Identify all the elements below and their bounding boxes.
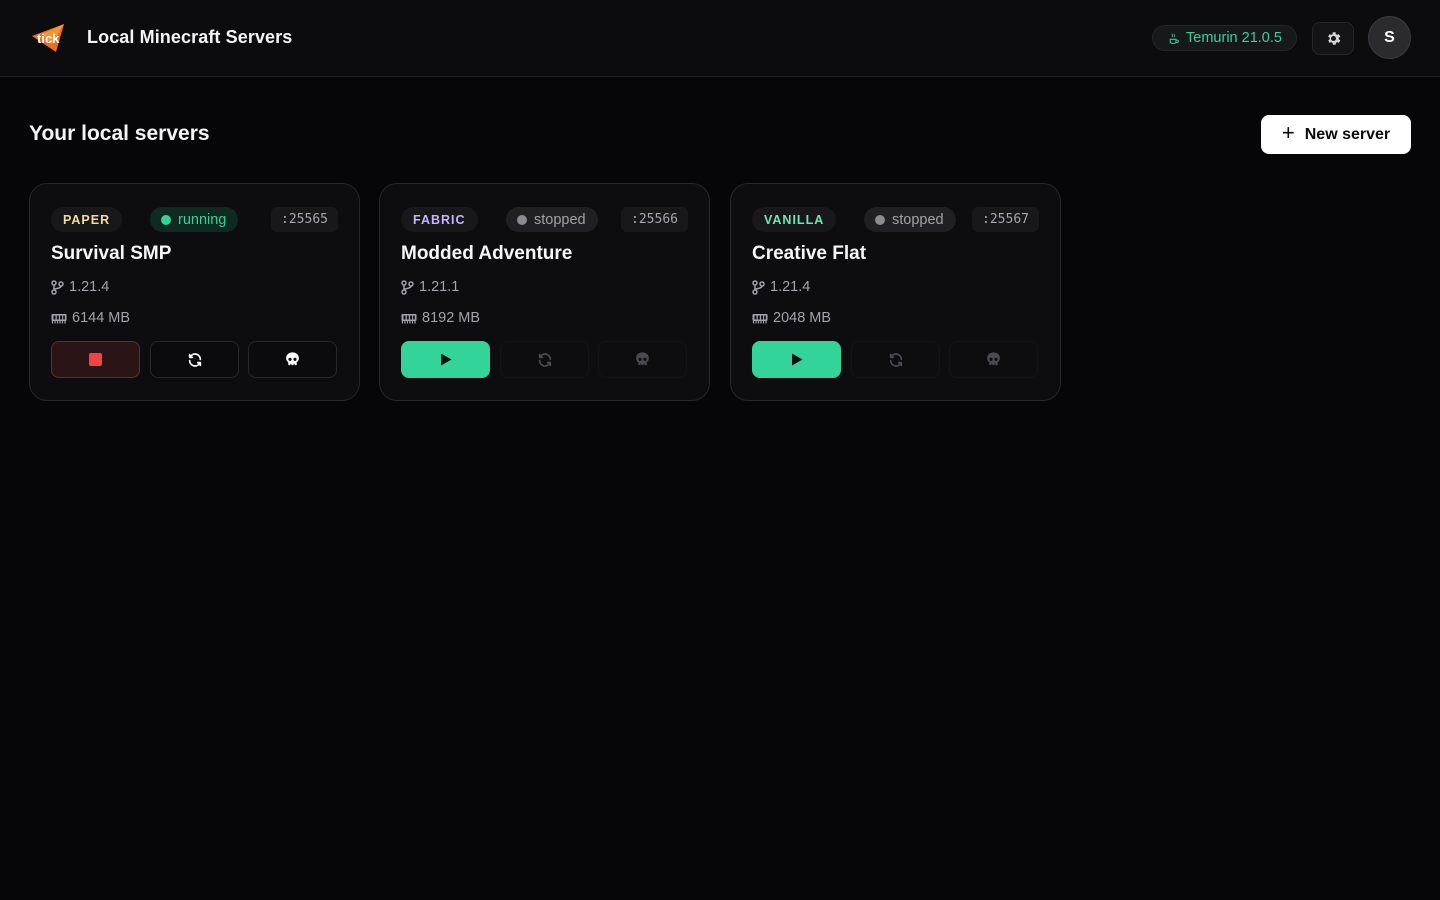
server-status-badge: stopped [864,207,956,232]
status-dot-icon [517,214,527,225]
app-title: Local Minecraft Servers [87,27,293,47]
server-port: :25567 [972,207,1039,232]
status-dot-icon [161,214,171,225]
gear-icon [1327,32,1340,45]
server-type-badge: VANILLA [752,207,837,232]
server-name: Creative Flat [752,243,867,264]
git-branch-icon [752,279,765,295]
status-dot-icon [875,214,885,225]
server-version-label: 1.21.1 [419,279,460,295]
new-server-label: New server [1304,125,1391,143]
server-memory-label: 6144 MB [72,310,131,326]
start-button[interactable] [752,341,841,378]
server-status-label: running [178,211,227,228]
server-name: Modded Adventure [401,243,573,264]
server-actions [51,341,338,378]
kill-button[interactable] [598,341,687,378]
server-actions [401,341,688,378]
server-type-badge: FABRIC [401,207,478,232]
server-status-label: stopped [534,211,586,228]
coffee-icon [1169,32,1179,44]
skull-icon [636,352,649,366]
server-type-badge: PAPER [51,207,123,232]
play-icon [791,353,802,366]
kill-button[interactable] [248,341,337,378]
start-button[interactable] [401,341,490,378]
server-memory: 8192 MB [401,308,480,328]
new-server-button[interactable]: + New server [1261,115,1411,154]
restart-button[interactable] [500,341,589,378]
memory-icon [51,313,67,323]
memory-icon [752,313,768,323]
server-port: :25566 [621,207,688,232]
server-memory: 6144 MB [51,308,130,328]
git-branch-icon [51,279,64,295]
refresh-icon [889,352,902,367]
logo-text: tick [37,31,60,46]
server-status-badge: stopped [506,207,598,232]
stop-button[interactable] [51,341,140,378]
plus-icon: + [1281,120,1295,145]
stop-icon [89,353,102,366]
server-name: Survival SMP [51,243,172,264]
server-card: FABRIC stopped :25566 Modded Adventure 1… [379,183,710,401]
server-memory: 2048 MB [752,308,831,328]
kill-button[interactable] [949,341,1038,378]
server-status-badge: running [150,207,239,232]
server-card: PAPER running :25565 Survival SMP 1.21.4 [29,183,360,401]
refresh-icon [188,352,201,367]
settings-button[interactable] [1312,22,1354,55]
section-title: Your local servers [29,122,210,145]
restart-button[interactable] [851,341,940,378]
server-memory-label: 8192 MB [422,310,481,326]
java-version-label: Temurin 21.0.5 [1186,30,1282,46]
top-bar: tick Local Minecraft Servers Temurin 21.… [0,0,1440,77]
java-version-badge[interactable]: Temurin 21.0.5 [1152,25,1297,51]
app-logo: tick [30,22,66,54]
git-branch-icon [401,279,414,295]
server-version: 1.21.1 [401,277,459,297]
skull-icon [987,352,1000,366]
server-version-label: 1.21.4 [770,279,811,295]
server-card: VANILLA stopped :25567 Creative Flat 1.2… [730,183,1061,401]
server-status-label: stopped [892,211,944,228]
server-version: 1.21.4 [51,277,109,297]
server-version-label: 1.21.4 [69,279,110,295]
server-port: :25565 [271,207,338,232]
skull-icon [286,352,299,366]
server-actions [752,341,1039,378]
server-memory-label: 2048 MB [773,310,832,326]
user-avatar[interactable]: S [1368,16,1411,59]
memory-icon [401,313,417,323]
refresh-icon [538,352,551,367]
restart-button[interactable] [150,341,239,378]
server-version: 1.21.4 [752,277,810,297]
play-icon [440,353,451,366]
